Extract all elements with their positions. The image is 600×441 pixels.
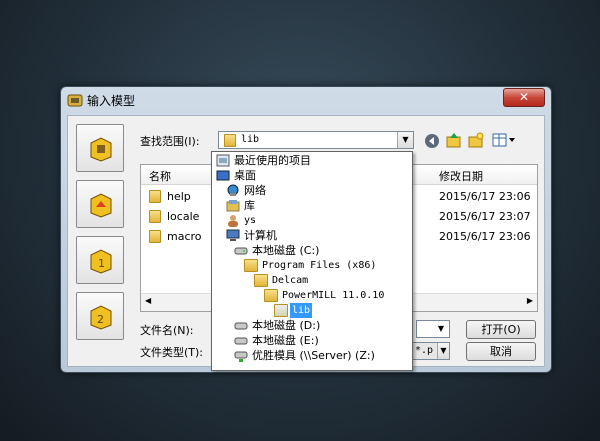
file-modified: 2015/6/17 23:07 — [439, 210, 531, 223]
dropdown-item-label: lib — [290, 303, 313, 318]
view-menu-icon[interactable] — [492, 132, 518, 148]
dropdown-item-label: 最近使用的项目 — [234, 154, 311, 167]
look-in-value: lib — [241, 134, 260, 145]
places-bar: 1 2 — [74, 120, 126, 364]
folder-icon — [149, 210, 161, 223]
dropdown-item-label: ys — [244, 215, 257, 226]
up-folder-icon[interactable] — [446, 132, 462, 148]
folder-icon — [149, 230, 161, 243]
scroll-left-icon[interactable]: ◀ — [145, 296, 151, 305]
dropdown-item-desktop[interactable]: 桌面 — [212, 168, 412, 183]
close-button[interactable]: ✕ — [503, 88, 545, 107]
dropdown-item-network-drive[interactable]: 优胜模具 (\\Server) (Z:) — [212, 348, 412, 363]
dialog-title: 输入模型 — [87, 94, 136, 108]
place-button-2[interactable] — [76, 180, 124, 228]
place-2-icon — [90, 193, 112, 218]
dropdown-item-lib[interactable]: lib — [212, 303, 412, 318]
folder-icon — [264, 289, 278, 302]
dropdown-item-label: PowerMILL 11.0.10 — [282, 290, 385, 301]
filetype-value: *.p — [415, 345, 434, 356]
svg-text:2: 2 — [97, 313, 104, 326]
dropdown-item-delcam[interactable]: Delcam — [212, 273, 412, 288]
chevron-down-icon[interactable]: ▼ — [397, 132, 413, 148]
place-button-1[interactable] — [76, 124, 124, 172]
file-name: locale — [167, 210, 200, 223]
file-modified: 2015/6/17 23:06 — [439, 230, 531, 243]
folder-icon — [149, 190, 161, 203]
dropdown-item-label: 计算机 — [244, 229, 277, 242]
place-1-icon — [90, 137, 112, 162]
file-name: macro — [167, 230, 202, 243]
cancel-button[interactable]: 取消 — [466, 342, 536, 361]
dropdown-item-drive-d[interactable]: 本地磁盘 (D:) — [212, 318, 412, 333]
folder-icon — [244, 259, 258, 272]
dropdown-item-label: 库 — [244, 199, 255, 212]
dropdown-item-label: 网络 — [244, 184, 266, 197]
user-icon — [228, 215, 238, 227]
dropdown-item-drive-e[interactable]: 本地磁盘 (E:) — [212, 333, 412, 348]
filename-combo[interactable]: ▼ — [416, 320, 450, 338]
column-modified[interactable]: 修改日期 — [439, 168, 483, 184]
scroll-right-icon[interactable]: ▶ — [527, 296, 533, 305]
look-in-combo[interactable]: lib ▼ — [218, 131, 414, 149]
computer-icon — [226, 229, 240, 241]
dropdown-item-label: 优胜模具 (\\Server) (Z:) — [252, 349, 375, 362]
app-icon — [67, 94, 83, 107]
file-name: help — [167, 190, 191, 203]
chevron-down-icon[interactable]: ▼ — [433, 321, 449, 337]
filetype-combo[interactable]: *.p ▼ — [412, 342, 450, 360]
place-button-4[interactable]: 2 — [76, 292, 124, 340]
svg-text:1: 1 — [98, 257, 105, 270]
chevron-down-icon[interactable]: ▼ — [437, 343, 449, 359]
dropdown-item-label: 桌面 — [234, 169, 256, 182]
drive-icon — [234, 322, 248, 330]
folder-icon — [224, 134, 236, 147]
new-folder-icon[interactable] — [468, 132, 484, 148]
back-icon[interactable] — [424, 133, 440, 149]
dropdown-item-network[interactable]: 网络 — [212, 183, 412, 198]
library-icon — [226, 200, 240, 212]
look-in-label: 查找范围(I): — [140, 135, 200, 148]
folder-icon — [254, 274, 268, 287]
place-button-3[interactable]: 1 — [76, 236, 124, 284]
filename-label: 文件名(N): — [140, 324, 194, 337]
place-4-icon: 2 — [90, 305, 112, 330]
dropdown-item-computer[interactable]: 计算机 — [212, 228, 412, 243]
network-icon — [227, 184, 239, 196]
column-name[interactable]: 名称 — [149, 168, 171, 184]
dropdown-item-label: 本地磁盘 (C:) — [252, 244, 320, 257]
drive-icon — [234, 247, 248, 255]
dropdown-item-library[interactable]: 库 — [212, 198, 412, 213]
open-button[interactable]: 打开(O) — [466, 320, 536, 339]
dropdown-item-label: 本地磁盘 (E:) — [252, 334, 319, 347]
desktop-icon — [216, 170, 230, 181]
dropdown-item-label: Delcam — [272, 275, 309, 286]
file-modified: 2015/6/17 23:06 — [439, 190, 531, 203]
dropdown-item-label: 本地磁盘 (D:) — [252, 319, 321, 332]
filetype-label: 文件类型(T): — [140, 346, 204, 359]
place-3-icon: 1 — [90, 249, 112, 274]
folder-open-icon — [274, 304, 288, 317]
network-drive-icon — [234, 351, 248, 362]
drive-icon — [234, 337, 248, 345]
dropdown-item-recent[interactable]: 最近使用的项目 — [212, 153, 412, 168]
dropdown-item-program-files[interactable]: Program Files (x86) — [212, 258, 412, 273]
dropdown-item-label: Program Files (x86) — [262, 260, 377, 271]
dropdown-item-user[interactable]: ys — [212, 213, 412, 228]
recent-icon — [216, 154, 230, 167]
title-bar[interactable]: 输入模型 ✕ — [61, 87, 551, 113]
look-in-dropdown[interactable]: 最近使用的项目 桌面 网络 库 ys 计算机 本地磁盘 (C:) Program… — [211, 151, 413, 371]
dropdown-item-drive-c[interactable]: 本地磁盘 (C:) — [212, 243, 412, 258]
dropdown-item-powermill[interactable]: PowerMILL 11.0.10 — [212, 288, 412, 303]
